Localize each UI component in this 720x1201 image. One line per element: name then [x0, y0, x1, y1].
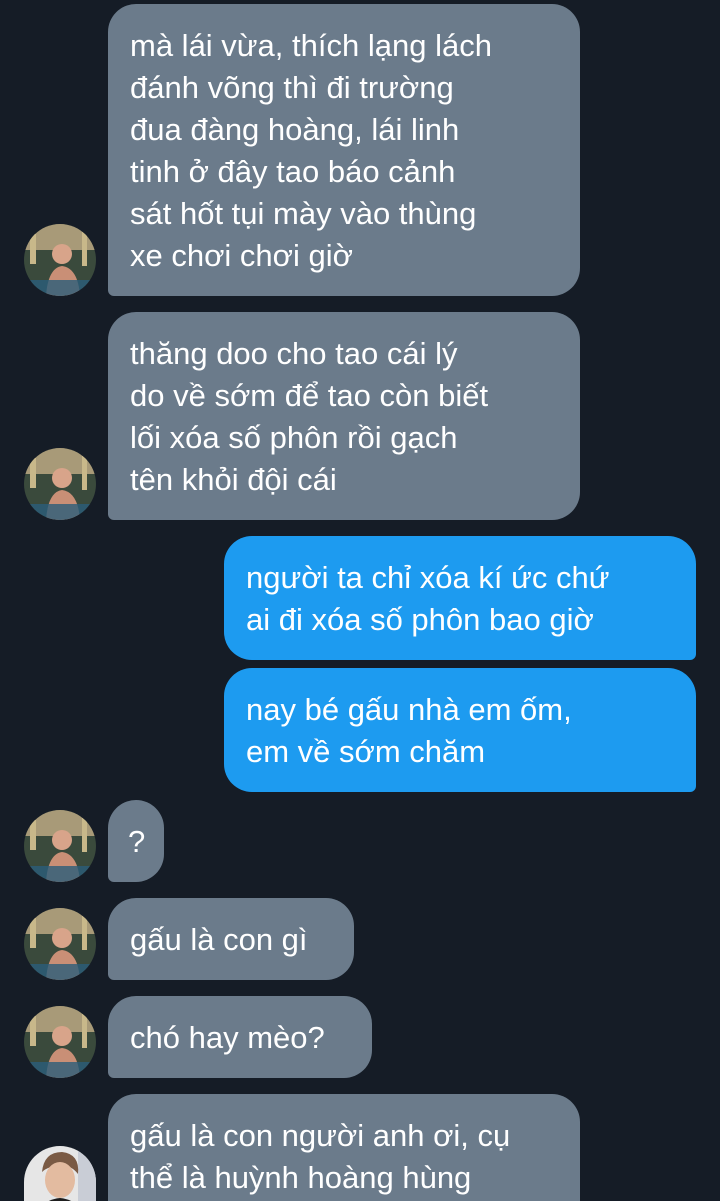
- sender-avatar[interactable]: [24, 1146, 96, 1201]
- person-photo-icon: [24, 1006, 96, 1078]
- incoming-message-bubble[interactable]: mà lái vừa, thích lạng lách đánh võng th…: [108, 4, 580, 296]
- person-photo-icon: [24, 810, 96, 882]
- outgoing-message-bubble[interactable]: nay bé gấu nhà em ốm, em về sớm chăm: [224, 668, 696, 792]
- chat-screen: { "messages": [ {"id": "m1", "direction"…: [0, 0, 720, 1201]
- incoming-message-bubble[interactable]: thăng doo cho tao cái lý do về sớm để ta…: [108, 312, 580, 520]
- sender-avatar[interactable]: [24, 224, 96, 296]
- sender-avatar[interactable]: [24, 1006, 96, 1078]
- incoming-message-bubble[interactable]: gấu là con gì: [108, 898, 354, 980]
- sender-avatar[interactable]: [24, 448, 96, 520]
- person-photo-icon: [24, 448, 96, 520]
- incoming-message-bubble[interactable]: gấu là con người anh ơi, cụ thể là huỳnh…: [108, 1094, 580, 1201]
- outgoing-message-bubble[interactable]: người ta chỉ xóa kí ức chứ ai đi xóa số …: [224, 536, 696, 660]
- sender-avatar[interactable]: [24, 810, 96, 882]
- person-photo-icon: [24, 224, 96, 296]
- sender-avatar[interactable]: [24, 908, 96, 980]
- person-photo-icon: [24, 908, 96, 980]
- incoming-message-bubble[interactable]: ?: [108, 800, 164, 882]
- person-portrait-icon: [24, 1146, 96, 1201]
- incoming-message-bubble[interactable]: chó hay mèo?: [108, 996, 372, 1078]
